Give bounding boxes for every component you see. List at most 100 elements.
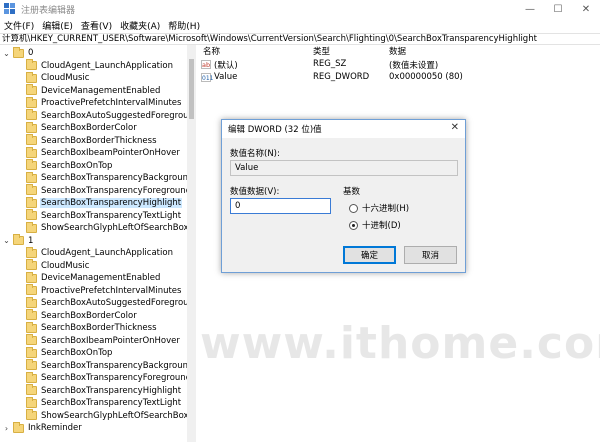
cancel-button[interactable]: 取消	[404, 246, 457, 264]
tree-item[interactable]: SearchBoxTransparencyTextLight	[26, 209, 182, 222]
menu-view[interactable]: 查看(V)	[77, 19, 116, 32]
tree-item-label: SearchBoxOnTop	[41, 348, 113, 358]
tree-item[interactable]: SearchBoxTransparencyForeground	[26, 184, 192, 197]
radio-decimal[interactable]: 十进制(D)	[349, 219, 401, 231]
value-row-value[interactable]: 011 Value REG_DWORD 0x00000050 (80)	[197, 72, 600, 84]
tree-item[interactable]: CloudAgent_LaunchApplication	[26, 59, 174, 72]
tree-item[interactable]: ProactivePrefetchIntervalMinutes	[26, 96, 182, 109]
tree-item[interactable]: SearchBoxOnTop	[26, 159, 113, 172]
dialog-close-icon[interactable]: ✕	[451, 122, 459, 133]
folder-icon	[26, 346, 37, 358]
menu-edit[interactable]: 编辑(E)	[38, 19, 77, 32]
tree-item[interactable]: SearchBoxTransparencyHighlight	[26, 196, 183, 209]
folder-icon	[26, 184, 37, 195]
address-bar[interactable]: 计算机\HKEY_CURRENT_USER\Software\Microsoft…	[0, 33, 600, 45]
folder-icon	[26, 321, 37, 333]
tree-item[interactable]: SearchBoxTransparencyTextLight	[26, 396, 182, 409]
window-title: 注册表编辑器	[21, 5, 76, 16]
radio-button-icon[interactable]	[349, 203, 358, 213]
close-window-button[interactable]: ✕	[572, 0, 600, 18]
menu-file[interactable]: 文件(F)	[0, 19, 38, 32]
expand-chevron-icon[interactable]: ⌄	[2, 236, 11, 245]
tree-item[interactable]: CloudMusic	[26, 259, 90, 272]
tree-item[interactable]: SearchBoxTransparencyBackground	[26, 171, 194, 184]
tree-item[interactable]: ShowSearchGlyphLeftOfSearchBox	[26, 409, 190, 422]
folder-icon	[26, 121, 37, 133]
tree-item[interactable]: SearchBoxIbeamPointerOnHover	[26, 334, 181, 347]
tree-item-label: CloudAgent_LaunchApplication	[41, 248, 173, 258]
tree-item-label: SearchBoxBorderColor	[41, 310, 137, 321]
expand-chevron-icon[interactable]: ›	[2, 424, 11, 433]
maximize-button[interactable]: ☐	[544, 0, 572, 18]
tree-item[interactable]: ⌄ 1	[2, 234, 34, 247]
tree-item[interactable]: ProactivePrefetchIntervalMinutes	[26, 284, 182, 297]
tree-item[interactable]: SearchBoxTransparencyForeground	[26, 371, 192, 384]
value-type: REG_SZ	[313, 59, 347, 69]
folder-icon	[26, 409, 37, 420]
window-controls: — ☐ ✕	[516, 0, 600, 18]
minimize-button[interactable]: —	[516, 0, 544, 18]
radio-hexadecimal-label: 十六进制(H)	[362, 204, 410, 214]
radio-hexadecimal[interactable]: 十六进制(H)	[349, 202, 409, 214]
title-bar: 注册表编辑器 — ☐ ✕	[0, 0, 600, 18]
registry-tree: ⌄ 0 CloudAgent_LaunchApplication CloudMusic…	[0, 45, 196, 442]
radio-button-checked-icon[interactable]	[349, 220, 358, 230]
folder-icon	[26, 59, 37, 70]
tree-item[interactable]: ⌄ 0	[2, 46, 34, 59]
dword-value-icon: 011	[201, 73, 214, 82]
column-header-data[interactable]: 数据	[389, 45, 406, 57]
value-row-default[interactable]: ab (默认) REG_SZ (数值未设置)	[197, 59, 600, 71]
folder-icon	[26, 196, 37, 208]
folder-icon	[26, 296, 37, 308]
folder-icon	[26, 221, 37, 233]
column-header-name[interactable]: 名称	[203, 45, 220, 57]
tree-item-label: SearchBoxTransparencyHighlight	[41, 385, 182, 396]
tree-item-label: ProactivePrefetchIntervalMinutes	[41, 98, 182, 108]
value-name-field[interactable]: Value	[230, 160, 458, 176]
list-header: 名称 类型 数据	[197, 45, 600, 57]
tree-item-label: SearchBoxTransparencyForeground	[41, 373, 192, 383]
tree-scrollbar-thumb[interactable]	[189, 59, 194, 119]
tree-item[interactable]: SearchBoxTransparencyHighlight	[26, 384, 182, 397]
tree-item-label: CloudAgent_LaunchApplication	[41, 60, 173, 71]
tree-item[interactable]: CloudAgent_LaunchApplication	[26, 246, 174, 259]
tree-item[interactable]: SearchBoxAutoSuggestedForegroundCo	[26, 109, 195, 122]
tree-item-label: ProactivePrefetchIntervalMinutes	[41, 285, 182, 296]
tree-item-label: SearchBoxTransparencyBackground	[41, 360, 194, 371]
menu-help[interactable]: 帮助(H)	[164, 19, 204, 32]
tree-item-label: CloudMusic	[41, 260, 90, 271]
folder-icon	[26, 271, 37, 283]
value-data-field[interactable]: 0	[230, 198, 331, 214]
tree-item[interactable]: SearchBoxIbeamPointerOnHover	[26, 146, 181, 159]
tree-item[interactable]: SearchBoxOnTop	[26, 346, 113, 359]
value-type: REG_DWORD	[313, 72, 370, 82]
tree-item-label: CloudMusic	[41, 73, 90, 83]
tree-item-label: SearchBoxTransparencyBackground	[41, 173, 194, 183]
tree-item[interactable]: DeviceManagementEnabled	[26, 271, 161, 284]
folder-icon	[26, 84, 37, 95]
tree-item[interactable]: CloudMusic	[26, 71, 90, 84]
tree-item[interactable]: › InkReminder	[2, 421, 83, 434]
tree-item[interactable]: DeviceManagementEnabled	[26, 84, 161, 97]
tree-item[interactable]: SearchBoxTransparencyBackground	[26, 359, 194, 372]
tree-item-label: DeviceManagementEnabled	[41, 273, 161, 283]
tree-item[interactable]: ShowSearchGlyphLeftOfSearchBox	[26, 221, 190, 234]
tree-item-label: SearchBoxTransparencyTextLight	[41, 210, 182, 221]
tree-scrollbar[interactable]	[187, 45, 196, 442]
dialog-title-bar: 编辑 DWORD (32 位)值 ✕	[222, 120, 465, 138]
ok-button[interactable]: 确定	[343, 246, 396, 264]
tree-item[interactable]: SearchBoxBorderThickness	[26, 321, 158, 334]
expand-chevron-icon[interactable]: ⌄	[2, 49, 11, 58]
tree-item[interactable]: SearchBoxAutoSuggestedForegroundCo	[26, 296, 195, 309]
menu-favorites[interactable]: 收藏夹(A)	[116, 19, 164, 32]
tree-item[interactable]: SearchBoxBorderColor	[26, 309, 138, 322]
tree-item-label: SearchBoxTransparencyForeground	[41, 185, 192, 196]
folder-icon	[26, 146, 37, 158]
tree-item[interactable]: SearchBoxBorderThickness	[26, 134, 158, 147]
tree-item[interactable]: SearchBoxBorderColor	[26, 121, 138, 134]
folder-icon	[13, 421, 24, 433]
tree-item-label: SearchBoxIbeamPointerOnHover	[41, 148, 180, 158]
folder-icon	[26, 284, 37, 295]
column-header-type[interactable]: 类型	[313, 45, 330, 57]
tree-item-label: SearchBoxBorderColor	[41, 123, 137, 133]
